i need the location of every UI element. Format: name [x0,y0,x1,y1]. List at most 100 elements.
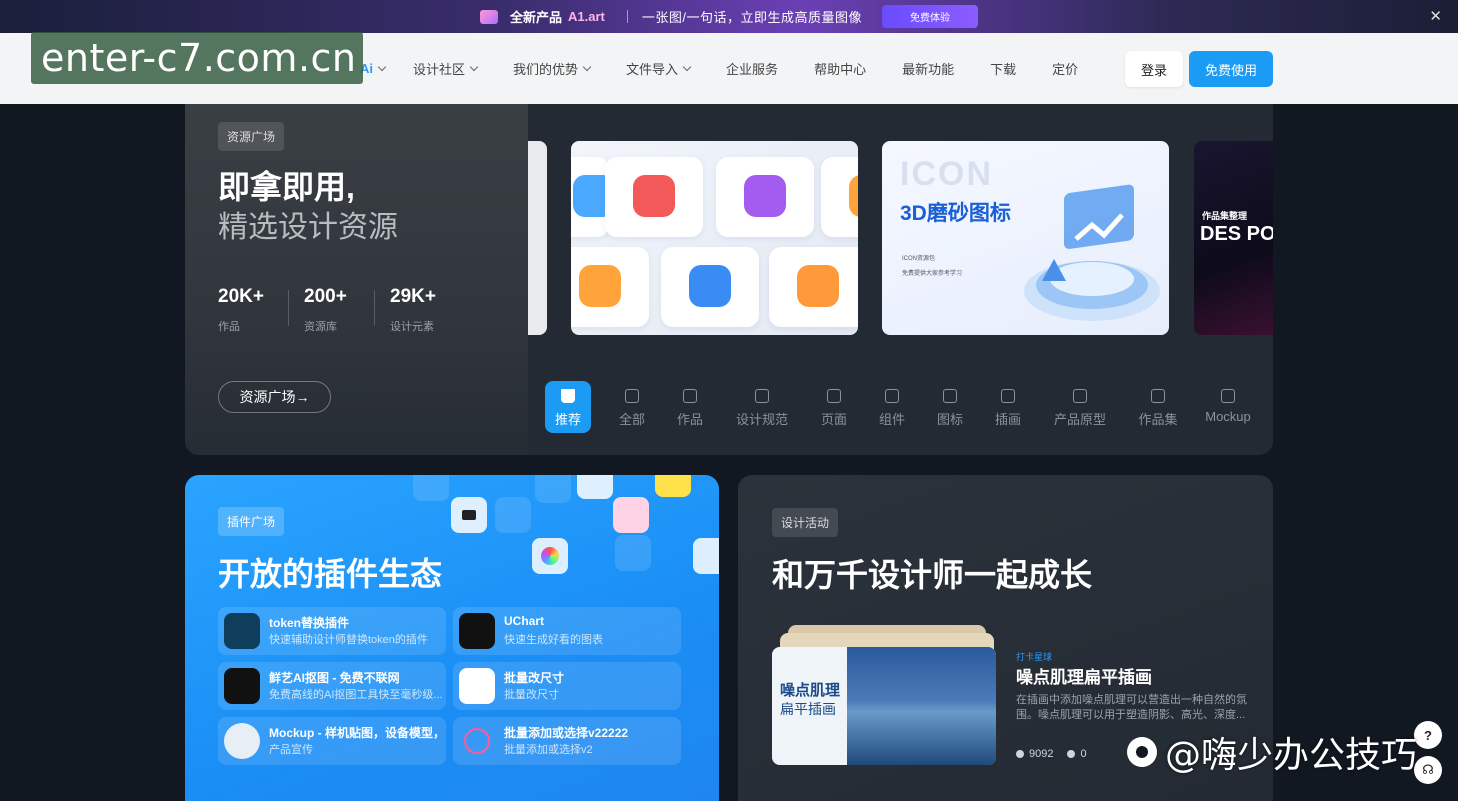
card-title: 3D磨砂图标 [900,202,1011,225]
icon-tile [769,247,858,327]
like-count: 0 [1080,748,1087,760]
chevron-down-icon [377,62,387,71]
tab-illustrations[interactable]: 插画 [979,381,1037,433]
tab-prototypes[interactable]: 产品原型 [1037,381,1123,433]
bg-tile [413,475,449,501]
nav-label: 文件导入 [626,62,679,77]
weibo-handle: @嗨少办公技巧 [1165,735,1418,776]
tab-label: 组件 [878,412,905,427]
chevron-down-icon [469,62,479,71]
nav-item-help[interactable]: 帮助中心 [814,59,866,78]
tab-recommend[interactable]: 推荐 [545,381,591,433]
thumbnail-text-panel: 噪点肌理 扁平插画 [772,647,847,765]
plugin-item[interactable]: 鲜艺AI抠图 - 免费不联网 免费高线的AI抠图工具快至毫秒级... [218,662,446,710]
mockup-plugin-icon [224,723,260,759]
plugin-item[interactable]: Mockup - 样机贴图，设备模型， 产品宣传 [218,717,446,765]
plugin-item[interactable]: 批量改尺寸 批量改尺寸 [453,662,681,710]
nav-item-pricing[interactable]: 定价 [1052,59,1078,78]
resource-card-portfolio[interactable]: 作品集整理 DES PORT [1194,141,1273,335]
orange-icon [849,175,858,217]
eye-icon [1016,750,1024,758]
tab-portfolios[interactable]: 作品集 [1123,381,1193,433]
login-button[interactable]: 登录 [1125,51,1183,87]
landscape-illustration [847,647,996,765]
resize-plugin-icon [459,668,495,704]
tab-label: 作品 [676,412,703,427]
feedback-icon[interactable]: ? [1414,721,1442,749]
promo-try-button[interactable]: 免费体验 [882,5,978,28]
app-icon [577,475,613,499]
resource-card-icons[interactable] [571,141,858,335]
nav-label: 设计社区 [413,62,466,77]
nav-item-new-features[interactable]: 最新功能 [902,59,954,78]
box-icon [744,175,786,217]
plugin-title: 开放的插件生态 [218,556,443,592]
feather-icon [1001,389,1015,403]
promo-divider [626,10,628,23]
activity-thumbnail[interactable]: 噪点肌理 扁平插画 [772,647,996,765]
resource-panel: 资源广场 即拿即用, 精选设计资源 20K+ 作品 200+ 资源库 29K+ 设计元… [185,104,1273,455]
nav-item-community[interactable]: 设计社区 [413,59,479,78]
resource-stats: 20K+ 作品 200+ 资源库 29K+ 设计元素 [218,286,476,334]
plugin-desc: 产品宣传 [269,744,313,756]
resource-card-prev[interactable] [528,141,547,335]
resource-plaza-button[interactable]: 资源广场→ [218,381,331,413]
chevron-down-icon [682,62,692,71]
support-headset-icon[interactable]: ☊ [1414,756,1442,784]
icon-tile [821,157,858,237]
resource-subtitle: 精选设计资源 [218,211,398,244]
nav-item-download[interactable]: 下载 [990,59,1016,78]
close-icon[interactable]: ✕ [1429,7,1442,25]
stat-libraries: 200+ 资源库 [288,286,390,334]
free-use-button[interactable]: 免费使用 [1189,51,1273,87]
card-note: ICON资源包 [902,256,936,262]
stat-number: 20K+ [218,286,264,307]
plugin-name: 批量添加或选择v22222 [504,726,629,740]
promo-product[interactable]: A1.art [568,9,605,24]
icon-tile [605,157,703,237]
tab-design-spec[interactable]: 设计规范 [719,381,805,433]
nav-item-enterprise[interactable]: 企业服务 [726,59,778,78]
stat-label: 作品 [218,321,240,333]
plugin-desc: 批量改尺寸 [504,689,559,701]
tab-mockup[interactable]: Mockup [1193,381,1263,433]
tab-all[interactable]: 全部 [603,381,661,433]
nav-item-advantages[interactable]: 我们的优势 [513,59,592,78]
mask-app-icon [613,497,649,533]
resource-card-3d-icons[interactable]: ICON 3D磨砂图标 ICON资源包 免费提供大家参考学习 [882,141,1169,335]
color-wheel-icon [532,538,568,574]
activity-item-title[interactable]: 噪点肌理扁平插画 [1016,663,1152,688]
activity-item-desc: 在插画中添加噪点肌理可以营造出一种自然的氛围。噪点肌理可以用于塑造阴影、高光、深… [1016,694,1247,721]
tab-works[interactable]: 作品 [661,381,719,433]
a1-logo-icon [480,9,498,24]
tab-components[interactable]: 组件 [863,381,921,433]
bg-tile [535,475,571,503]
star-icon [943,389,957,403]
card-note: 免费提供大家参考学习 [902,271,963,277]
plugin-tag: 插件广场 [218,507,285,536]
card-watermark-text: ICON [900,155,993,193]
plugin-name: 鲜艺AI抠图 - 免费不联网 [269,671,400,685]
stat-label: 资源库 [304,321,337,333]
card-small-title: 作品集整理 [1202,211,1248,221]
tab-pages[interactable]: 页面 [805,381,863,433]
nav-label: 我们的优势 [513,62,579,77]
plugin-item[interactable]: token替换插件 快速辅助设计师替换token的插件 [218,607,446,655]
category-tabs: 推荐 全部 作品 设计规范 页面 组件 图标 插画 产品原型 作品集 Mocku… [545,381,1263,433]
plugin-item[interactable]: UChart 快速生成好看的图表 [453,607,681,655]
tab-label: 插画 [994,412,1021,427]
stat-elements: 29K+ 设计元素 [374,286,476,334]
nav-item-import[interactable]: 文件导入 [626,59,692,78]
nav-item-ai[interactable]: Ai [360,61,387,76]
plugin-item[interactable]: 批量添加或选择v22222 批量添加或选择v2 [453,717,681,765]
bookmark-icon [561,389,575,403]
lock-app-icon [451,497,487,533]
page-icon [827,389,841,403]
stat-number: 29K+ [390,286,436,307]
monitor-icon [1221,389,1235,403]
activity-meta: 9092 0 [1016,748,1087,760]
uchart-plugin-icon [459,613,495,649]
weibo-watermark: @嗨少办公技巧 [1127,726,1417,778]
globe-app-icon [693,538,719,574]
tab-icons[interactable]: 图标 [921,381,979,433]
